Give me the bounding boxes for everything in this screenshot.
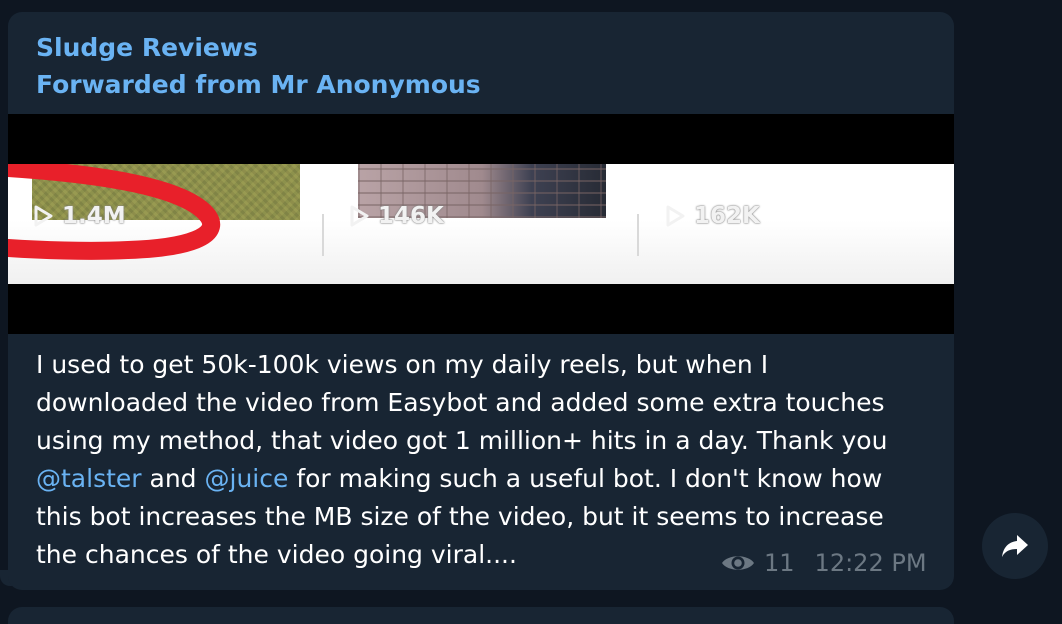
divider (322, 214, 324, 256)
reel-views-3: 162K (664, 202, 760, 230)
media-image[interactable]: 1.4M 146K 162K (8, 114, 954, 334)
message-meta: 11 12:22 PM (720, 547, 927, 579)
next-message-bubble[interactable] (8, 607, 954, 624)
message-line: downloaded the video from Easybot and ad… (36, 388, 885, 417)
play-icon (350, 205, 369, 227)
message-fragment: for making such a useful bot. I don't kn… (288, 464, 883, 493)
reel-views-label: 162K (694, 203, 760, 229)
divider (637, 214, 639, 256)
message-bubble[interactable]: Sludge Reviews Forwarded from Mr Anonymo… (8, 12, 954, 590)
chat-view: Sludge Reviews Forwarded from Mr Anonymo… (0, 0, 1062, 624)
mention-talster[interactable]: @talster (36, 464, 142, 493)
message-line: this bot increases the MB size of the vi… (36, 502, 884, 531)
red-circle-annotation (8, 164, 220, 260)
forwarded-from[interactable]: Forwarded from Mr Anonymous (36, 69, 481, 101)
message-line: using my method, that video got 1 millio… (36, 426, 888, 455)
message-text: I used to get 50k-100k views on my daily… (36, 346, 936, 574)
eye-icon (722, 556, 754, 570)
channel-name[interactable]: Sludge Reviews (36, 32, 258, 64)
share-arrow-icon (1002, 535, 1028, 557)
view-count: 11 (764, 549, 795, 577)
message-fragment: and (141, 464, 205, 493)
reels-strip: 1.4M 146K 162K (8, 164, 954, 284)
mention-juice[interactable]: @juice (205, 464, 289, 493)
reel-views-label: 146K (378, 203, 444, 229)
share-button[interactable] (982, 513, 1048, 579)
message-line: @talster and @juice for making such a us… (36, 460, 936, 498)
play-icon (666, 205, 685, 227)
message-time: 12:22 PM (814, 549, 927, 577)
message-line: I used to get 50k-100k views on my daily… (36, 350, 769, 379)
reel-views-2: 146K (348, 202, 444, 230)
